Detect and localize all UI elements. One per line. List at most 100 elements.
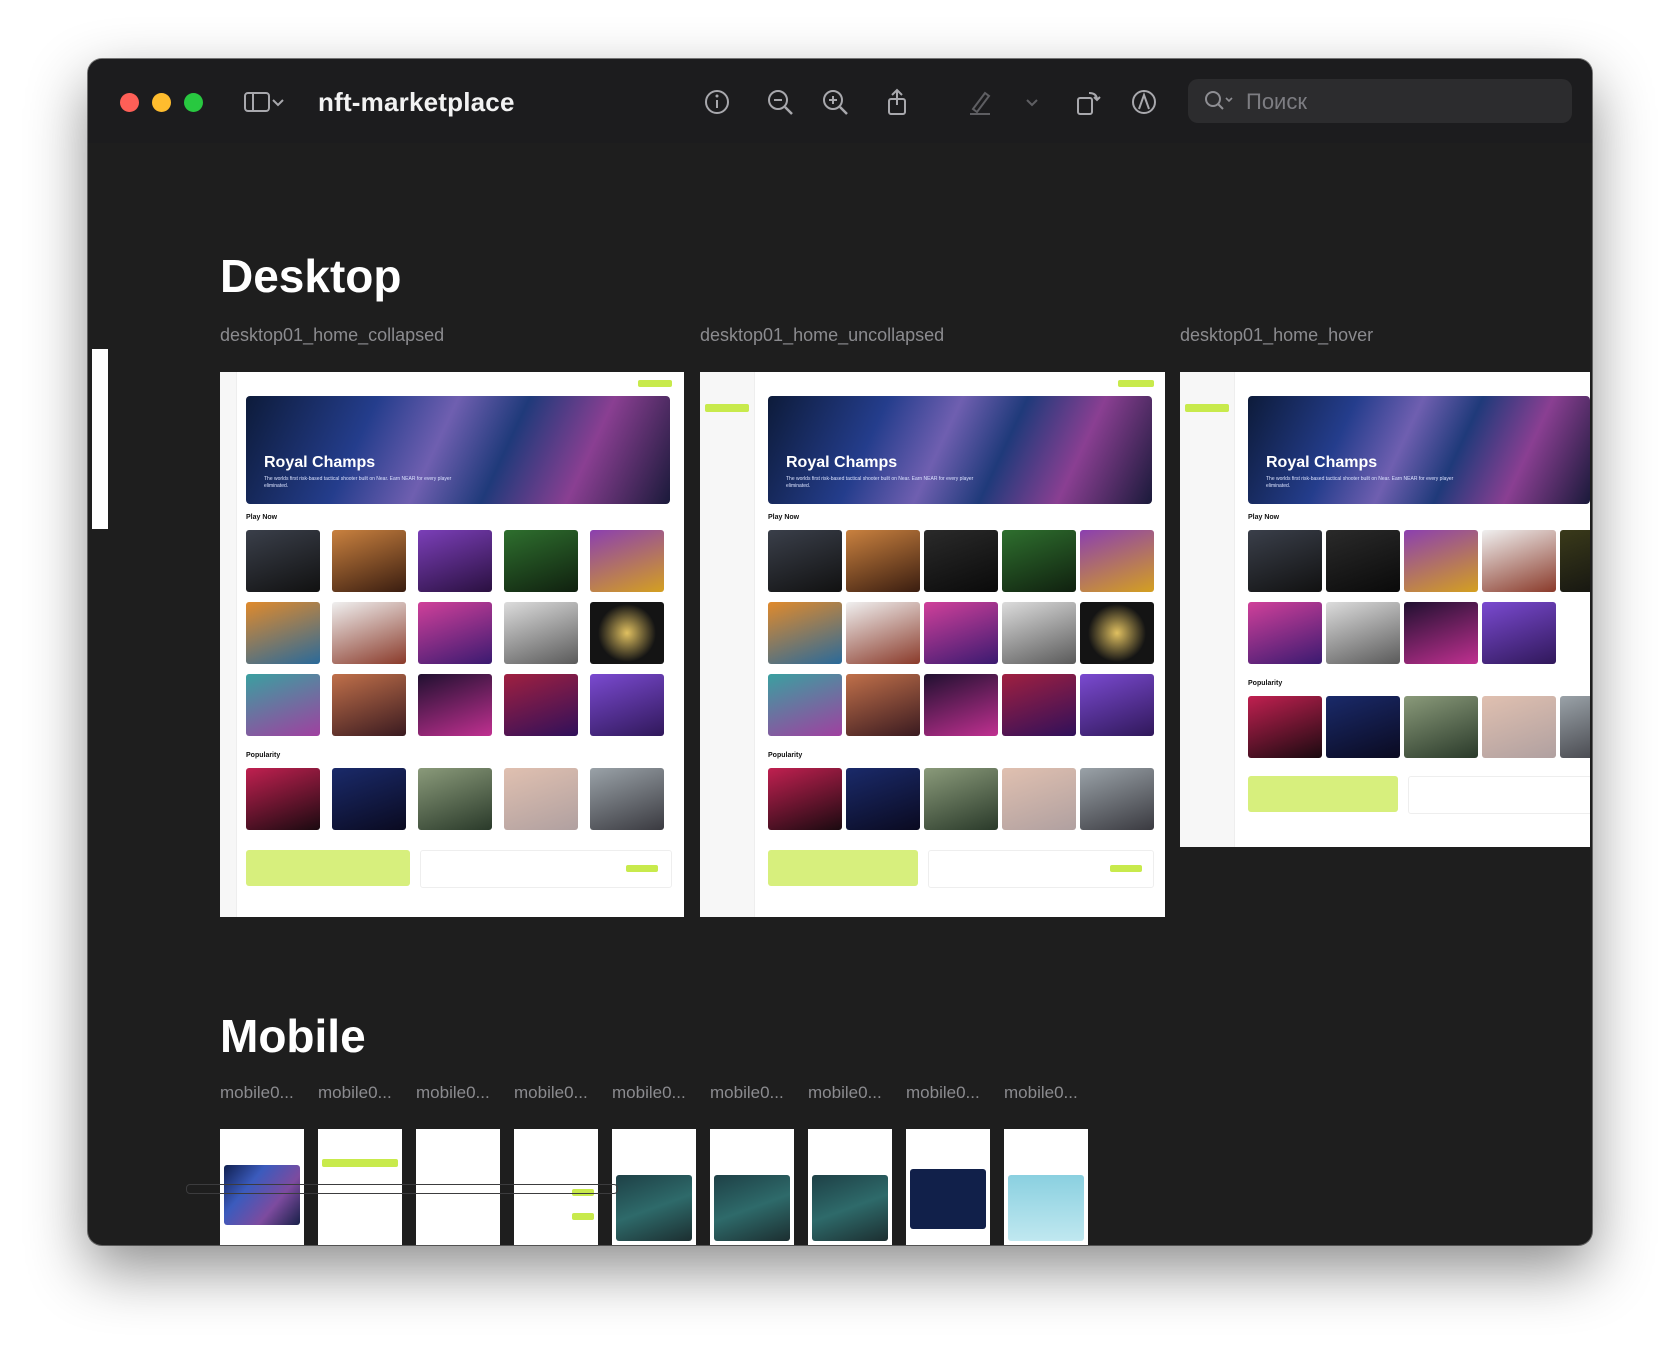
all-games-nav-item [705, 404, 749, 412]
game-tile [768, 674, 842, 736]
hero-title: Royal Champs [1266, 454, 1378, 471]
game-tile [332, 674, 406, 736]
frame-label-mobile[interactable]: mobile0... [1004, 1083, 1098, 1103]
desktop-section-title: Desktop [220, 250, 402, 302]
game-cover [616, 1175, 692, 1241]
game-tile [1002, 602, 1076, 664]
frame-label-desktop-collapsed[interactable]: desktop01_home_collapsed [220, 325, 680, 346]
game-tile [504, 674, 578, 736]
share-icon[interactable] [880, 85, 914, 119]
game-tile [1080, 674, 1154, 736]
frame-label-mobile[interactable]: mobile0... [514, 1083, 608, 1103]
game-tile [924, 674, 998, 736]
game-tile [590, 602, 664, 664]
info-icon[interactable] [700, 85, 734, 119]
chevron-down-icon[interactable] [1022, 85, 1042, 119]
game-tile [1248, 602, 1322, 664]
all-games-nav-item [1185, 404, 1229, 412]
game-tile [246, 674, 320, 736]
search-field[interactable] [1188, 79, 1572, 123]
mobile-frame-launch[interactable] [906, 1129, 990, 1245]
close-window-button[interactable] [120, 93, 139, 112]
expanded-sidebar [700, 372, 755, 917]
zoom-out-icon[interactable] [763, 85, 797, 119]
horizontal-scrollbar[interactable] [186, 1184, 618, 1194]
game-cover [812, 1175, 888, 1241]
game-tile-hovered [924, 530, 998, 592]
play-now-heading: Play Now [768, 514, 800, 521]
all-games-nav-item [322, 1159, 398, 1167]
desktop-frame-collapsed[interactable]: Royal Champs The worlds first risk-based… [220, 372, 684, 917]
hero-banner: Royal Champs The worlds first risk-based… [1248, 396, 1590, 504]
launch-app-banner [246, 850, 410, 886]
frame-label-mobile[interactable]: mobile0... [906, 1083, 1000, 1103]
markup-icon[interactable] [1127, 85, 1161, 119]
hero-subtitle: The worlds first risk-based tactical sho… [264, 476, 452, 489]
frame-label-mobile[interactable]: mobile0... [808, 1083, 902, 1103]
expanded-sidebar [1180, 372, 1235, 847]
game-tile [846, 674, 920, 736]
desktop-frame-uncollapsed[interactable]: Royal Champs The worlds first risk-based… [700, 372, 1165, 917]
frame-label-mobile[interactable]: mobile0... [612, 1083, 706, 1103]
frame-label-mobile[interactable]: mobile0... [220, 1083, 314, 1103]
game-tile [846, 530, 920, 592]
game-tile [1326, 602, 1400, 664]
game-tile [1482, 530, 1556, 592]
game-tile [846, 768, 920, 830]
mobile-frame-game[interactable] [710, 1129, 794, 1245]
play-now-heading: Play Now [246, 514, 278, 521]
game-tile [1248, 530, 1322, 592]
game-tile [1404, 530, 1478, 592]
game-tile [418, 768, 492, 830]
frame-label-desktop-uncollapsed[interactable]: desktop01_home_uncollapsed [700, 325, 1160, 346]
game-tile [1248, 696, 1322, 758]
frame-label-mobile[interactable]: mobile0... [318, 1083, 412, 1103]
hero-banner: Royal Champs The worlds first risk-based… [246, 396, 670, 504]
desktop-frame-hover[interactable]: Royal Champs The worlds first risk-based… [1180, 372, 1590, 847]
subscribe-button [626, 865, 658, 872]
collapsed-sidebar [220, 372, 237, 917]
chevron-down-icon[interactable] [268, 85, 288, 119]
nft-image [1008, 1175, 1084, 1241]
search-input[interactable] [1244, 85, 1558, 119]
minimize-window-button[interactable] [152, 93, 171, 112]
game-tile [246, 602, 320, 664]
hero-subtitle: The worlds first risk-based tactical sho… [786, 476, 974, 489]
game-tile [246, 768, 320, 830]
game-tile [768, 768, 842, 830]
preview-window: nft-marketplace Desktop d [88, 59, 1592, 1245]
connect-wallet-button [638, 380, 672, 387]
highlight-pen-icon[interactable] [963, 85, 997, 119]
hero-banner: Royal Champs The worlds first risk-based… [768, 396, 1152, 504]
frame-label-mobile[interactable]: mobile0... [416, 1083, 510, 1103]
connect-wallet-button [1118, 380, 1154, 387]
newsletter-banner [1408, 776, 1590, 814]
mobile-frame-nft[interactable] [1004, 1129, 1088, 1245]
window-title: nft-marketplace [318, 87, 515, 117]
popularity-heading: Popularity [768, 752, 803, 759]
frame-label-desktop-hover[interactable]: desktop01_home_hover [1180, 325, 1580, 346]
mobile-frame-game[interactable] [808, 1129, 892, 1245]
game-tile [332, 530, 406, 592]
game-tile [590, 530, 664, 592]
game-tile [1482, 602, 1556, 664]
launch-app-banner [1248, 776, 1398, 812]
game-tile [846, 602, 920, 664]
game-tile [924, 602, 998, 664]
search-icon [1205, 91, 1233, 110]
game-tile [590, 674, 664, 736]
frame-label-mobile[interactable]: mobile0... [710, 1083, 804, 1103]
vertical-scroll-indicator[interactable] [92, 349, 108, 529]
zoom-window-button[interactable] [184, 93, 203, 112]
mobile-frame-game[interactable] [612, 1129, 696, 1245]
launch-app-banner [768, 850, 918, 886]
game-tile [1560, 696, 1590, 758]
game-tile [504, 530, 578, 592]
rotate-icon[interactable] [1071, 85, 1105, 119]
game-tile [590, 768, 664, 830]
game-tile [418, 530, 492, 592]
hero-subtitle: The worlds first risk-based tactical sho… [1266, 476, 1454, 489]
mobile-section-title: Mobile [220, 1010, 366, 1062]
play-now-heading: Play Now [1248, 514, 1280, 521]
zoom-in-icon[interactable] [818, 85, 852, 119]
